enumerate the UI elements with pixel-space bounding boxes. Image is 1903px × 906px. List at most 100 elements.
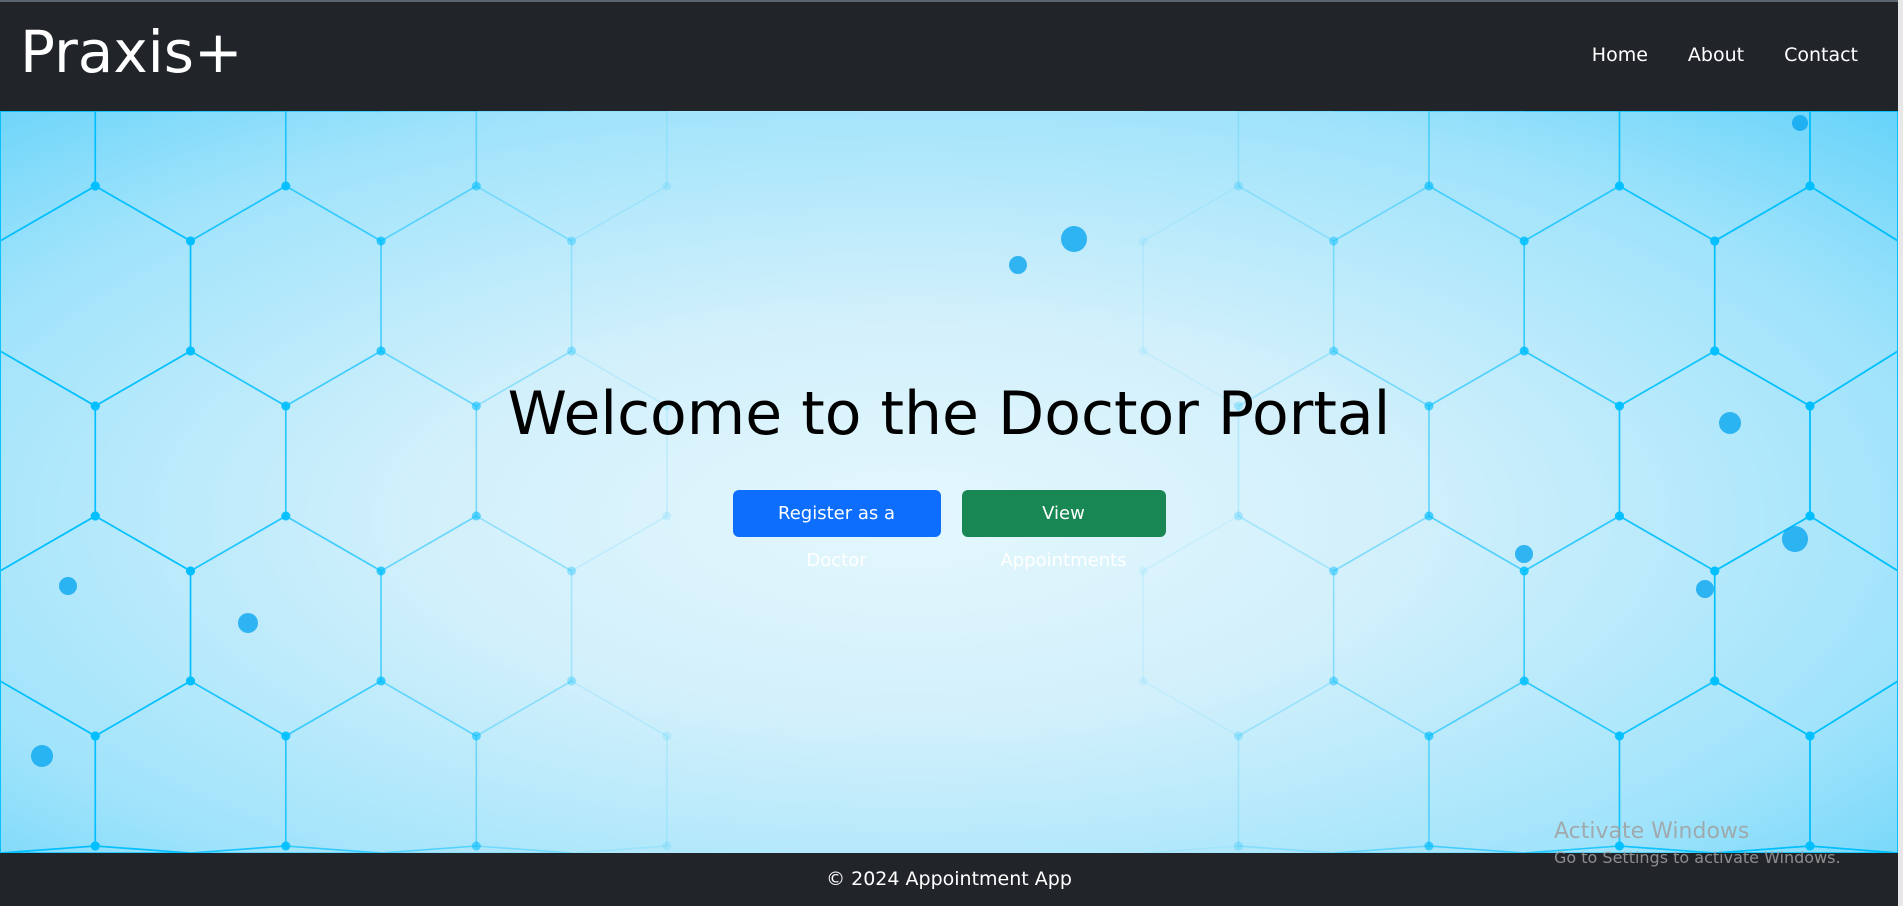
hexagon-shape bbox=[1523, 515, 1716, 737]
hexagon-shape bbox=[380, 185, 573, 407]
dot-shape bbox=[1614, 181, 1624, 191]
dot-shape bbox=[1805, 731, 1815, 741]
dot-shape bbox=[1519, 566, 1529, 576]
dot-shape bbox=[1805, 181, 1815, 191]
watermark-subtitle: Go to Settings to activate Windows. bbox=[1554, 848, 1841, 867]
hexagon-shape bbox=[1618, 111, 1811, 242]
dot-shape bbox=[1519, 236, 1529, 246]
dot-shape bbox=[1515, 545, 1533, 563]
scrollbar[interactable] bbox=[1898, 0, 1903, 906]
hexagon-shape bbox=[94, 680, 287, 853]
dot-shape bbox=[471, 731, 481, 741]
hexagon-shape bbox=[0, 185, 192, 407]
dot-shape bbox=[281, 731, 291, 741]
hexagon-shape bbox=[0, 111, 97, 242]
dot-shape bbox=[1233, 841, 1243, 851]
hexagon-shape bbox=[1142, 185, 1335, 407]
dot-shape bbox=[376, 236, 386, 246]
dot-shape bbox=[1329, 236, 1339, 246]
dot-shape bbox=[31, 745, 53, 767]
dot-shape bbox=[567, 346, 577, 356]
dot-shape bbox=[1710, 566, 1720, 576]
dot-shape bbox=[281, 181, 291, 191]
hexagon-background bbox=[0, 111, 1898, 853]
dot-shape bbox=[1710, 676, 1720, 686]
dot-shape bbox=[662, 181, 672, 191]
dot-shape bbox=[567, 676, 577, 686]
dot-shape bbox=[90, 181, 100, 191]
view-appointments-button[interactable]: View Appointments bbox=[961, 490, 1166, 571]
dot-shape bbox=[59, 577, 77, 595]
dot-shape bbox=[471, 841, 481, 851]
hexagon-shape bbox=[1237, 111, 1430, 242]
dot-shape bbox=[1329, 346, 1339, 356]
hexagon-shape bbox=[284, 111, 478, 242]
dot-shape bbox=[1519, 346, 1529, 356]
hexagon-shape bbox=[94, 111, 287, 242]
dot-shape bbox=[1710, 346, 1720, 356]
dot-shape bbox=[1424, 181, 1434, 191]
hexagon-shape bbox=[1713, 185, 1898, 407]
hexagon-shape bbox=[0, 680, 97, 853]
hexagon-shape bbox=[284, 680, 478, 853]
dot-shape bbox=[471, 181, 481, 191]
dot-shape bbox=[90, 731, 100, 741]
dot-shape bbox=[1233, 731, 1243, 741]
nav-contact[interactable]: Contact bbox=[1784, 44, 1858, 66]
dot-shape bbox=[1614, 731, 1624, 741]
dot-shape bbox=[1329, 676, 1339, 686]
hexagon-shape bbox=[0, 515, 192, 737]
hexagon-shape bbox=[189, 515, 382, 737]
dot-shape bbox=[1792, 115, 1808, 131]
dot-shape bbox=[186, 346, 196, 356]
brand-logo[interactable]: Praxis+ bbox=[20, 16, 243, 88]
dot-shape bbox=[1424, 731, 1434, 741]
dot-shape bbox=[662, 731, 672, 741]
dot-shape bbox=[376, 346, 386, 356]
hexagon-shape bbox=[1332, 515, 1526, 737]
page-title: Welcome to the Doctor Portal bbox=[507, 379, 1391, 449]
hexagon-shape bbox=[1332, 185, 1526, 407]
dot-shape bbox=[1424, 841, 1434, 851]
hexagon-shape bbox=[1523, 185, 1716, 407]
dot-shape bbox=[567, 566, 577, 576]
dot-shape bbox=[1138, 346, 1148, 356]
watermark-title: Activate Windows bbox=[1554, 819, 1750, 844]
dot-shape bbox=[1329, 566, 1339, 576]
dot-shape bbox=[238, 613, 258, 633]
hexagon-shape bbox=[1428, 111, 1621, 242]
dot-shape bbox=[1138, 566, 1148, 576]
dot-shape bbox=[376, 676, 386, 686]
windows-watermark: Activate Windows Go to Settings to activ… bbox=[1554, 819, 1841, 867]
hexagon-shape bbox=[1142, 515, 1335, 737]
hexagon-shape bbox=[475, 111, 668, 242]
hero-section: Welcome to the Doctor Portal Register as… bbox=[0, 111, 1898, 853]
dot-shape bbox=[186, 236, 196, 246]
dot-shape bbox=[186, 676, 196, 686]
register-doctor-button[interactable]: Register as a Doctor bbox=[732, 490, 941, 571]
dot-shape bbox=[662, 841, 672, 851]
dot-shape bbox=[1138, 676, 1148, 686]
dot-shape bbox=[1009, 256, 1027, 274]
dot-shape bbox=[1138, 236, 1148, 246]
hexagon-shape bbox=[189, 185, 382, 407]
dot-shape bbox=[281, 841, 291, 851]
dot-shape bbox=[376, 566, 386, 576]
dot-shape bbox=[1710, 236, 1720, 246]
dot-shape bbox=[1696, 580, 1714, 598]
hexagon-shape bbox=[1237, 680, 1430, 853]
nav-about[interactable]: About bbox=[1688, 44, 1744, 66]
dot-shape bbox=[1061, 226, 1087, 252]
nav-home[interactable]: Home bbox=[1592, 44, 1648, 66]
dot-shape bbox=[1519, 676, 1529, 686]
nav-links: Home About Contact bbox=[1592, 44, 1858, 66]
dot-shape bbox=[90, 841, 100, 851]
navbar: Praxis+ Home About Contact bbox=[0, 0, 1898, 111]
hexagon-shape bbox=[380, 515, 573, 737]
dot-shape bbox=[186, 566, 196, 576]
dot-shape bbox=[1233, 181, 1243, 191]
dot-shape bbox=[567, 236, 577, 246]
hexagon-shape bbox=[475, 680, 668, 853]
hexagon-shape bbox=[1713, 515, 1898, 737]
hexagon-shape bbox=[1809, 111, 1898, 242]
